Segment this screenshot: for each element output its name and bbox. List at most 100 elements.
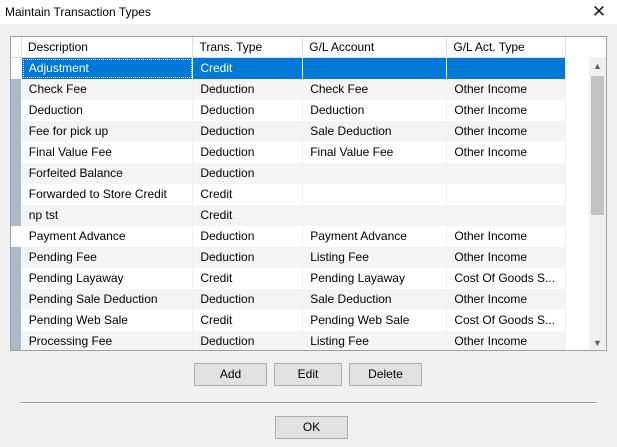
cell-trans-type[interactable]: Deduction [193, 247, 304, 268]
cell-gl-account[interactable]: Sale Deduction [303, 289, 448, 310]
cell-gl-account[interactable]: Listing Fee [303, 331, 448, 350]
cell-description[interactable]: Pending Sale Deduction [21, 289, 194, 310]
row-header[interactable] [11, 289, 22, 310]
cell-gl-act-type[interactable]: Other Income [447, 289, 566, 310]
row-header[interactable] [11, 226, 22, 247]
cell-gl-act-type[interactable]: Other Income [447, 79, 566, 100]
column-header-gl-act-type[interactable]: G/L Act. Type [447, 37, 566, 58]
cell-gl-account[interactable]: Pending Web Sale [303, 310, 448, 331]
cell-trans-type[interactable]: Credit [193, 58, 304, 79]
table-row[interactable]: Adjustment Credit [11, 58, 566, 79]
cell-gl-account[interactable]: Listing Fee [303, 247, 448, 268]
row-header[interactable] [11, 121, 22, 142]
table-row[interactable]: Pending Layaway Credit Pending Layaway Cost… [11, 268, 566, 289]
table-row[interactable]: Fee for pick up Deduction Sale Deduction Ot… [11, 121, 566, 142]
column-header-description[interactable]: Description [22, 37, 194, 58]
cell-trans-type[interactable]: Deduction [193, 79, 304, 100]
cell-description[interactable]: np tst [21, 205, 194, 226]
cell-trans-type[interactable]: Credit [193, 310, 304, 331]
table-row[interactable]: Pending Sale Deduction Deduction Sale Dedu… [11, 289, 566, 310]
cell-gl-account[interactable]: Check Fee [303, 79, 448, 100]
cell-description[interactable]: Pending Layaway [22, 268, 194, 289]
cell-trans-type[interactable]: Deduction [193, 289, 304, 310]
cell-gl-act-type[interactable] [447, 184, 566, 205]
ok-button[interactable]: OK [275, 416, 348, 439]
cell-gl-act-type[interactable]: Other Income [447, 247, 566, 268]
cell-trans-type[interactable]: Deduction [193, 142, 304, 163]
cell-description[interactable]: Final Value Fee [22, 142, 194, 163]
table-row[interactable]: Check Fee Deduction Check Fee Other Income [11, 79, 566, 100]
scroll-up-icon[interactable]: ▲ [589, 57, 606, 74]
table-row[interactable]: Forwarded to Store Credit Credit [11, 184, 566, 205]
transaction-types-grid[interactable]: Description Trans. Type G/L Account G/L … [10, 36, 607, 351]
row-header[interactable] [11, 79, 22, 100]
table-row[interactable]: Deduction Deduction Deduction Other Income [11, 100, 566, 121]
cell-gl-account[interactable]: Final Value Fee [303, 142, 448, 163]
cell-gl-act-type[interactable]: Cost Of Goods S... [447, 310, 566, 331]
cell-gl-act-type[interactable]: Other Income [447, 142, 566, 163]
cell-description[interactable]: Deduction [22, 100, 194, 121]
row-header[interactable] [11, 163, 22, 184]
table-row[interactable]: Payment Advance Deduction Payment Advance O… [11, 226, 566, 247]
cell-trans-type[interactable]: Deduction [193, 163, 304, 184]
table-row[interactable]: Forfeited Balance Deduction [11, 163, 566, 184]
close-icon[interactable]: ✕ [589, 2, 609, 22]
cell-gl-account[interactable] [303, 163, 448, 184]
row-header[interactable] [11, 142, 22, 163]
cell-trans-type[interactable]: Deduction [193, 226, 304, 247]
cell-gl-account[interactable] [303, 205, 448, 226]
cell-description[interactable]: Pending Web Sale [22, 310, 194, 331]
row-header[interactable] [11, 205, 22, 226]
scroll-thumb[interactable] [591, 76, 604, 215]
cell-gl-act-type[interactable]: Other Income [447, 121, 566, 142]
cell-gl-act-type[interactable]: Other Income [447, 331, 566, 350]
cell-trans-type[interactable]: Deduction [193, 121, 304, 142]
vertical-scrollbar[interactable]: ▲ ▼ [589, 57, 606, 350]
cell-description[interactable]: Forwarded to Store Credit [22, 184, 194, 205]
cell-trans-type[interactable]: Credit [193, 184, 304, 205]
cell-description[interactable]: Pending Fee [21, 247, 194, 268]
cell-gl-account[interactable] [303, 58, 448, 79]
row-header[interactable] [11, 100, 22, 121]
cell-gl-account[interactable]: Payment Advance [303, 226, 448, 247]
row-header[interactable] [11, 310, 22, 331]
row-header[interactable] [11, 331, 22, 350]
column-header-trans-type[interactable]: Trans. Type [193, 37, 304, 58]
add-button[interactable]: Add [194, 363, 267, 386]
cell-trans-type[interactable]: Credit [193, 268, 304, 289]
table-row[interactable]: Final Value Fee Deduction Final Value Fee O… [11, 142, 566, 163]
table-row[interactable]: np tst Credit [11, 205, 566, 226]
cell-description[interactable]: Adjustment [21, 58, 194, 79]
cell-description[interactable]: Processing Fee [21, 331, 194, 350]
scroll-down-icon[interactable]: ▼ [589, 334, 606, 350]
cell-gl-account[interactable]: Sale Deduction [303, 121, 448, 142]
cell-trans-type[interactable]: Deduction [193, 331, 304, 350]
cell-gl-act-type[interactable]: Other Income [447, 100, 566, 121]
cell-description[interactable]: Fee for pick up [21, 121, 194, 142]
divider [20, 402, 597, 404]
edit-button[interactable]: Edit [274, 363, 342, 386]
cell-gl-act-type[interactable]: Other Income [447, 226, 566, 247]
row-header-corner [11, 37, 22, 58]
cell-trans-type[interactable]: Deduction [193, 100, 304, 121]
cell-trans-type[interactable]: Credit [193, 205, 304, 226]
table-row[interactable]: Pending Fee Deduction Listing Fee Other Inc… [11, 247, 566, 268]
cell-gl-act-type[interactable] [447, 58, 566, 79]
cell-description[interactable]: Payment Advance [22, 226, 194, 247]
row-header[interactable] [11, 58, 22, 79]
cell-gl-act-type[interactable] [447, 205, 566, 226]
table-row[interactable]: Pending Web Sale Credit Pending Web Sale Co… [11, 310, 566, 331]
cell-gl-account[interactable]: Pending Layaway [303, 268, 448, 289]
row-header[interactable] [11, 184, 22, 205]
cell-gl-account[interactable]: Deduction [303, 100, 448, 121]
cell-gl-act-type[interactable]: Cost Of Goods S... [447, 268, 566, 289]
delete-button[interactable]: Delete [349, 363, 422, 386]
table-row[interactable]: Processing Fee Deduction Listing Fee Other … [11, 331, 566, 350]
cell-description[interactable]: Check Fee [21, 79, 194, 100]
cell-description[interactable]: Forfeited Balance [21, 163, 194, 184]
row-header[interactable] [11, 268, 22, 289]
cell-gl-act-type[interactable] [447, 163, 566, 184]
cell-gl-account[interactable] [303, 184, 448, 205]
column-header-gl-account[interactable]: G/L Account [303, 37, 448, 58]
row-header[interactable] [11, 247, 22, 268]
